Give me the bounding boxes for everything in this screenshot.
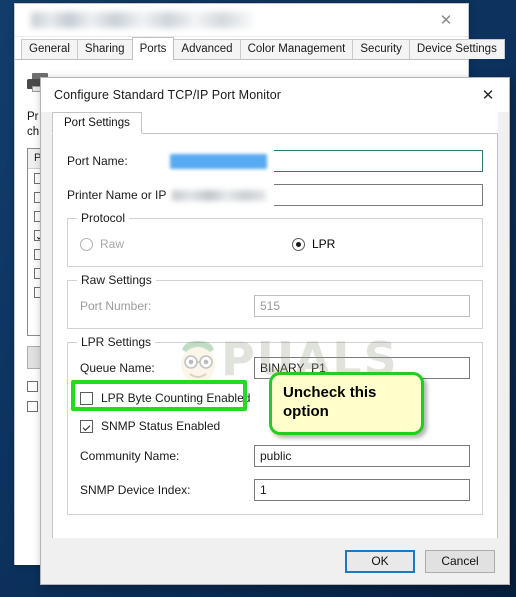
port-name-row: Port Name:: [67, 145, 483, 179]
port-settings-panel: Port Name: Printer Name or IP Address: P…: [52, 134, 498, 549]
protocol-raw-option[interactable]: Raw: [80, 237, 292, 251]
tab-device-settings[interactable]: Device Settings: [408, 39, 505, 59]
snmp-device-index-label: SNMP Device Index:: [80, 483, 191, 497]
protocol-options-row[interactable]: Raw LPR: [80, 233, 470, 255]
snmp-status-enabled-checkbox[interactable]: [80, 419, 93, 433]
protocol-group-legend: Protocol: [77, 211, 130, 225]
raw-settings-legend: Raw Settings: [77, 273, 156, 287]
lpr-byte-counting-checkbox[interactable]: [80, 391, 93, 405]
tab-port-settings[interactable]: Port Settings: [52, 112, 142, 134]
raw-port-number-label: Port Number:: [80, 299, 152, 313]
annotation-callout: Uncheck this option: [269, 372, 424, 435]
snmp-status-enabled-label: SNMP Status Enabled: [101, 419, 221, 433]
printer-properties-tabs[interactable]: General Sharing Ports Advanced Color Man…: [15, 37, 505, 60]
enable-printer-pooling-checkbox[interactable]: [27, 401, 38, 412]
protocol-lpr-option[interactable]: LPR: [292, 237, 335, 251]
raw-port-number-row: Port Number: 515: [80, 295, 470, 317]
snmp-device-index-input[interactable]: 1: [254, 479, 470, 501]
queue-name-label: Queue Name:: [80, 361, 155, 375]
printer-name-row: Printer Name or IP Address:: [67, 180, 483, 212]
configure-tcpip-port-monitor-dialog[interactable]: Configure Standard TCP/IP Port Monitor ✕…: [40, 77, 510, 585]
community-name-label: Community Name:: [80, 449, 180, 463]
radio-lpr-icon[interactable]: [292, 237, 305, 251]
protocol-raw-label: Raw: [100, 237, 125, 251]
tab-general[interactable]: General: [21, 39, 78, 59]
close-icon[interactable]: ✕: [424, 4, 468, 36]
desktop-background: ✕ General Sharing Ports Advanced Color M…: [0, 0, 516, 597]
printer-properties-titlebar: ✕: [15, 4, 468, 37]
tab-sharing[interactable]: Sharing: [76, 39, 133, 59]
radio-raw-icon[interactable]: [80, 237, 93, 251]
lpr-byte-counting-label: LPR Byte Counting Enabled: [101, 391, 251, 405]
dialog-footer: OK Cancel: [41, 538, 509, 584]
port-name-redaction: [166, 145, 274, 179]
protocol-group: Protocol Raw LPR: [67, 211, 483, 267]
tab-advanced[interactable]: Advanced: [173, 39, 241, 59]
close-icon[interactable]: ✕: [467, 78, 509, 111]
tab-security[interactable]: Security: [352, 39, 410, 59]
port-name-input[interactable]: [166, 145, 483, 179]
tab-color-management[interactable]: Color Management: [239, 39, 354, 59]
protocol-lpr-label: LPR: [312, 237, 336, 251]
dialog-title: Configure Standard TCP/IP Port Monitor: [54, 88, 282, 102]
raw-settings-group: Raw Settings Port Number: 515: [67, 273, 483, 329]
ok-button[interactable]: OK: [345, 549, 415, 573]
dialog-tabstrip[interactable]: Port Settings: [52, 112, 498, 134]
enable-bidirectional-support-checkbox[interactable]: [27, 381, 38, 392]
snmp-device-index-row: SNMP Device Index: 1: [80, 479, 470, 501]
community-name-row: Community Name: public: [80, 445, 470, 467]
dialog-titlebar: Configure Standard TCP/IP Port Monitor ✕: [41, 78, 509, 112]
community-name-input[interactable]: public: [254, 445, 470, 467]
annotation-callout-text: Uncheck this option: [283, 384, 377, 420]
printer-name-input[interactable]: [166, 180, 483, 212]
printer-properties-title-redacted: [31, 12, 253, 28]
tab-ports[interactable]: Ports: [131, 37, 175, 60]
cancel-button[interactable]: Cancel: [425, 549, 495, 573]
raw-port-number-input[interactable]: 515: [254, 295, 470, 317]
lpr-settings-legend: LPR Settings: [77, 335, 156, 349]
printer-name-redaction: [166, 180, 274, 212]
